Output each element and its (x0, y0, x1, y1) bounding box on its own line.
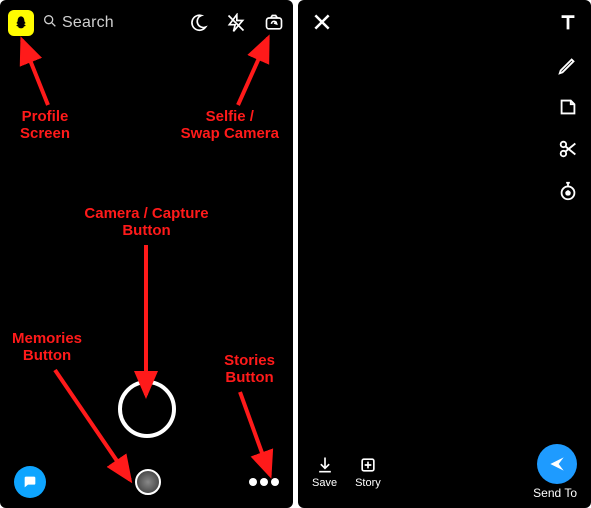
timer-tool-icon[interactable] (555, 178, 581, 204)
save-button[interactable]: Save (312, 455, 337, 489)
search-icon (42, 13, 58, 34)
swap-camera-icon[interactable] (263, 12, 285, 34)
scissors-tool-icon[interactable] (555, 136, 581, 162)
top-right-icons (187, 12, 285, 34)
night-mode-icon[interactable] (187, 12, 209, 34)
annot-profile: ProfileScreen (20, 108, 70, 143)
draw-tool-icon[interactable] (555, 52, 581, 78)
profile-ghost-icon[interactable] (8, 10, 34, 36)
bottom-bar: Save Story Send To (298, 444, 591, 500)
memories-button[interactable] (135, 469, 161, 495)
save-label: Save (312, 477, 337, 489)
search-input[interactable]: Search (42, 13, 179, 34)
top-bar: Search (0, 6, 293, 40)
annot-capture: Camera / CaptureButton (84, 205, 208, 240)
camera-screen: Search ProfileScreen Selfie /Swap Camera… (0, 0, 293, 508)
stories-button[interactable] (249, 470, 279, 494)
story-label: Story (355, 477, 381, 489)
edit-tools (555, 10, 581, 204)
sticker-tool-icon[interactable] (555, 94, 581, 120)
capture-button[interactable] (118, 380, 176, 438)
annot-stories: StoriesButton (224, 352, 275, 387)
annot-selfie: Selfie /Swap Camera (181, 108, 279, 143)
chat-button[interactable] (14, 466, 46, 498)
bottom-row (0, 466, 293, 498)
send-button[interactable] (537, 444, 577, 484)
close-button[interactable] (312, 12, 332, 37)
annot-memories: MemoriesButton (12, 330, 82, 365)
send-label: Send To (533, 486, 577, 500)
text-tool-icon[interactable] (555, 10, 581, 36)
search-placeholder: Search (62, 14, 114, 32)
flash-icon[interactable] (225, 12, 247, 34)
edit-screen: Save Story Send To (298, 0, 591, 508)
story-button[interactable]: Story (355, 455, 381, 489)
